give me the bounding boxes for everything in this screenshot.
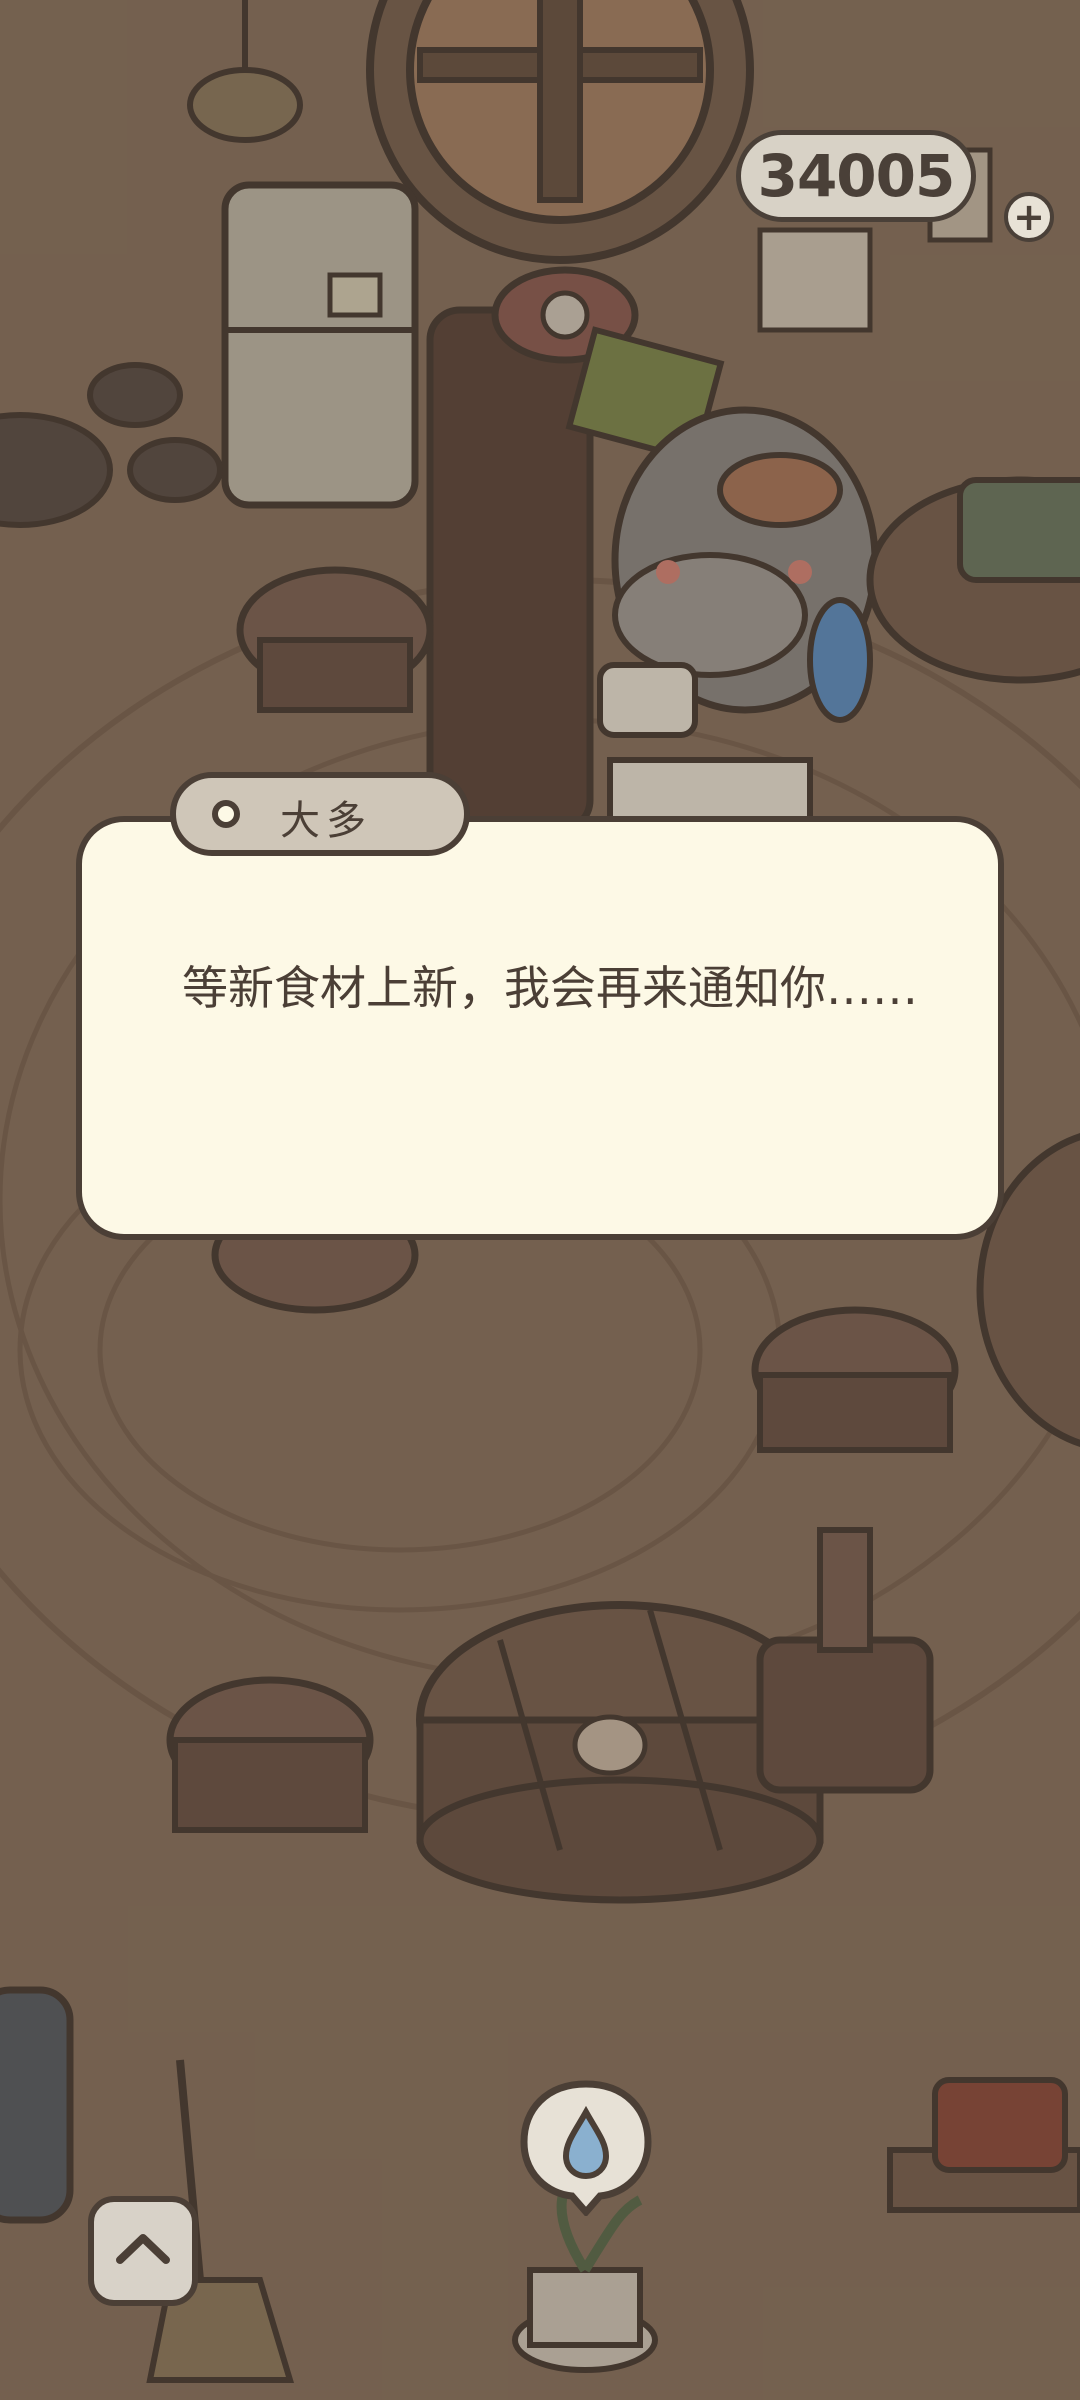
speaker-dot-icon — [212, 800, 240, 828]
add-coins-button[interactable]: + — [1004, 192, 1054, 242]
speaker-name-tag: 大多 — [170, 772, 470, 856]
coin-amount: 34005 — [757, 142, 956, 210]
coin-counter: 34005 — [736, 130, 976, 222]
chevron-up-icon — [116, 2234, 170, 2264]
dialog-text: 等新食材上新，我会再来通知你…… — [182, 961, 918, 1015]
speaker-name: 大多 — [280, 798, 372, 844]
plus-icon: + — [1013, 195, 1045, 239]
expand-button[interactable] — [88, 2196, 198, 2306]
dialog-box[interactable]: 等新食材上新，我会再来通知你…… — [76, 816, 1004, 1240]
water-hint-button[interactable] — [516, 2076, 656, 2216]
